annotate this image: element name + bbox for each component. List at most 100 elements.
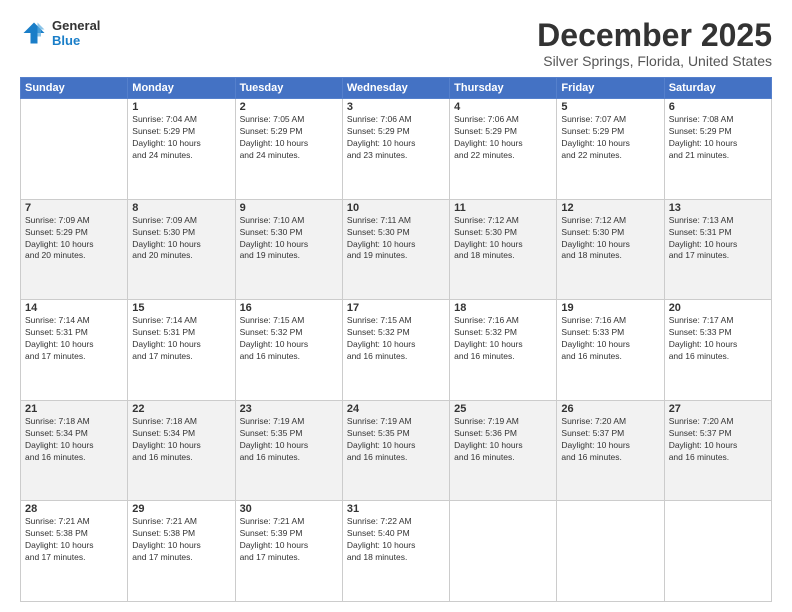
day-info: Daylight: 10 hours	[347, 339, 445, 351]
calendar-cell: 16Sunrise: 7:15 AMSunset: 5:32 PMDayligh…	[235, 300, 342, 401]
day-number: 4	[454, 101, 552, 113]
calendar-cell: 28Sunrise: 7:21 AMSunset: 5:38 PMDayligh…	[21, 501, 128, 602]
calendar-cell	[450, 501, 557, 602]
day-info: Sunset: 5:29 PM	[132, 126, 230, 138]
calendar-cell: 26Sunrise: 7:20 AMSunset: 5:37 PMDayligh…	[557, 400, 664, 501]
day-info: Sunset: 5:30 PM	[347, 227, 445, 239]
day-info: Sunset: 5:33 PM	[669, 327, 767, 339]
day-number: 14	[25, 302, 123, 314]
day-info: Sunrise: 7:15 AM	[240, 315, 338, 327]
day-info: Daylight: 10 hours	[240, 239, 338, 251]
calendar-cell: 2Sunrise: 7:05 AMSunset: 5:29 PMDaylight…	[235, 99, 342, 200]
day-info: and 24 minutes.	[240, 150, 338, 162]
day-info: Daylight: 10 hours	[240, 440, 338, 452]
day-info: Sunrise: 7:21 AM	[132, 516, 230, 528]
day-info: and 16 minutes.	[454, 351, 552, 363]
day-number: 11	[454, 202, 552, 214]
day-info: Sunrise: 7:18 AM	[132, 416, 230, 428]
day-info: Sunrise: 7:09 AM	[132, 215, 230, 227]
day-number: 3	[347, 101, 445, 113]
day-info: Sunrise: 7:05 AM	[240, 114, 338, 126]
main-title: December 2025	[537, 18, 772, 53]
day-info: and 19 minutes.	[240, 250, 338, 262]
calendar-row: 14Sunrise: 7:14 AMSunset: 5:31 PMDayligh…	[21, 300, 772, 401]
calendar-cell: 5Sunrise: 7:07 AMSunset: 5:29 PMDaylight…	[557, 99, 664, 200]
day-info: Sunrise: 7:04 AM	[132, 114, 230, 126]
day-info: and 17 minutes.	[25, 552, 123, 564]
day-info: Sunset: 5:31 PM	[669, 227, 767, 239]
page: General Blue December 2025 Silver Spring…	[0, 0, 792, 612]
calendar-cell: 20Sunrise: 7:17 AMSunset: 5:33 PMDayligh…	[664, 300, 771, 401]
day-info: and 17 minutes.	[132, 351, 230, 363]
day-info: Sunset: 5:29 PM	[561, 126, 659, 138]
day-info: Sunrise: 7:06 AM	[454, 114, 552, 126]
calendar-cell: 10Sunrise: 7:11 AMSunset: 5:30 PMDayligh…	[342, 199, 449, 300]
calendar-cell: 31Sunrise: 7:22 AMSunset: 5:40 PMDayligh…	[342, 501, 449, 602]
subtitle: Silver Springs, Florida, United States	[537, 53, 772, 69]
calendar-cell: 4Sunrise: 7:06 AMSunset: 5:29 PMDaylight…	[450, 99, 557, 200]
day-info: Sunrise: 7:14 AM	[132, 315, 230, 327]
logo-icon	[20, 19, 48, 47]
day-number: 10	[347, 202, 445, 214]
day-info: and 16 minutes.	[454, 452, 552, 464]
day-info: Sunrise: 7:16 AM	[454, 315, 552, 327]
day-info: and 20 minutes.	[25, 250, 123, 262]
calendar-cell: 7Sunrise: 7:09 AMSunset: 5:29 PMDaylight…	[21, 199, 128, 300]
calendar-row: 28Sunrise: 7:21 AMSunset: 5:38 PMDayligh…	[21, 501, 772, 602]
day-info: and 21 minutes.	[669, 150, 767, 162]
day-number: 25	[454, 403, 552, 415]
day-info: and 24 minutes.	[132, 150, 230, 162]
calendar-cell: 22Sunrise: 7:18 AMSunset: 5:34 PMDayligh…	[128, 400, 235, 501]
day-info: Daylight: 10 hours	[25, 339, 123, 351]
day-info: Sunrise: 7:11 AM	[347, 215, 445, 227]
day-info: and 17 minutes.	[240, 552, 338, 564]
calendar-day-header: Thursday	[450, 78, 557, 99]
calendar-cell	[21, 99, 128, 200]
header: General Blue December 2025 Silver Spring…	[20, 18, 772, 69]
day-info: Sunset: 5:29 PM	[240, 126, 338, 138]
day-info: Daylight: 10 hours	[132, 138, 230, 150]
day-info: Sunrise: 7:19 AM	[347, 416, 445, 428]
day-info: and 16 minutes.	[132, 452, 230, 464]
day-info: Sunset: 5:29 PM	[25, 227, 123, 239]
calendar-day-header: Saturday	[664, 78, 771, 99]
calendar-day-header: Monday	[128, 78, 235, 99]
day-info: Sunset: 5:37 PM	[669, 428, 767, 440]
day-info: and 22 minutes.	[561, 150, 659, 162]
day-info: Daylight: 10 hours	[25, 540, 123, 552]
day-number: 18	[454, 302, 552, 314]
day-number: 16	[240, 302, 338, 314]
day-info: Sunset: 5:40 PM	[347, 528, 445, 540]
day-info: Sunset: 5:29 PM	[669, 126, 767, 138]
logo-text: General Blue	[52, 18, 100, 48]
day-info: Sunset: 5:39 PM	[240, 528, 338, 540]
day-number: 27	[669, 403, 767, 415]
day-info: Sunset: 5:31 PM	[132, 327, 230, 339]
calendar-cell: 8Sunrise: 7:09 AMSunset: 5:30 PMDaylight…	[128, 199, 235, 300]
day-info: Sunrise: 7:17 AM	[669, 315, 767, 327]
day-info: Daylight: 10 hours	[347, 440, 445, 452]
calendar-cell: 11Sunrise: 7:12 AMSunset: 5:30 PMDayligh…	[450, 199, 557, 300]
calendar-cell: 19Sunrise: 7:16 AMSunset: 5:33 PMDayligh…	[557, 300, 664, 401]
day-number: 23	[240, 403, 338, 415]
day-number: 1	[132, 101, 230, 113]
day-info: Sunset: 5:31 PM	[25, 327, 123, 339]
day-info: and 18 minutes.	[347, 552, 445, 564]
day-info: Daylight: 10 hours	[454, 339, 552, 351]
day-info: Daylight: 10 hours	[561, 440, 659, 452]
day-info: Sunset: 5:32 PM	[454, 327, 552, 339]
day-info: Sunrise: 7:19 AM	[240, 416, 338, 428]
day-info: Daylight: 10 hours	[561, 239, 659, 251]
day-info: Sunset: 5:29 PM	[454, 126, 552, 138]
day-info: Sunset: 5:38 PM	[132, 528, 230, 540]
day-info: Sunrise: 7:21 AM	[25, 516, 123, 528]
day-info: Sunrise: 7:15 AM	[347, 315, 445, 327]
day-info: Sunrise: 7:20 AM	[561, 416, 659, 428]
day-number: 12	[561, 202, 659, 214]
day-info: and 16 minutes.	[561, 351, 659, 363]
day-info: Sunrise: 7:22 AM	[347, 516, 445, 528]
day-info: Daylight: 10 hours	[561, 138, 659, 150]
day-info: and 16 minutes.	[561, 452, 659, 464]
calendar-day-header: Tuesday	[235, 78, 342, 99]
day-info: Daylight: 10 hours	[240, 339, 338, 351]
